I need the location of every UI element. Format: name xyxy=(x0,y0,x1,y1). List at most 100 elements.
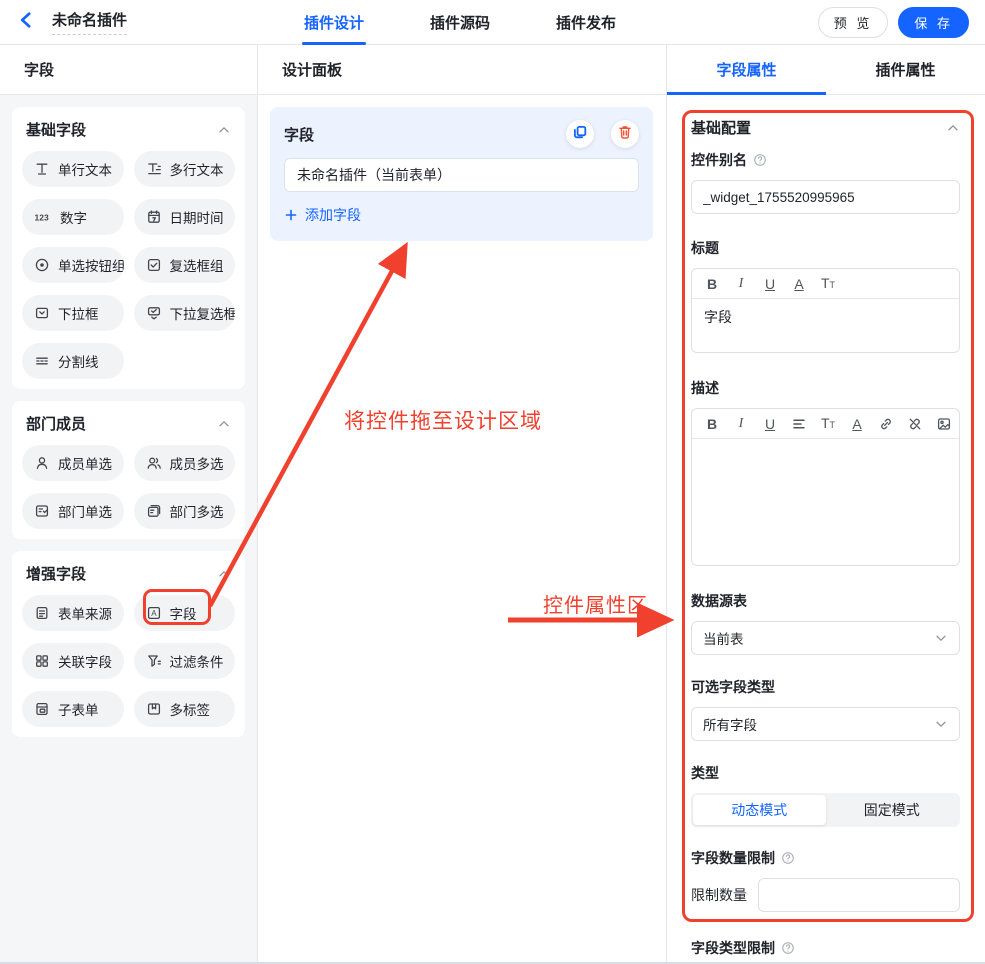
inspector-tab-1[interactable]: 插件属性 xyxy=(826,45,985,94)
palette-item-label: 复选框组 xyxy=(170,255,224,275)
palette-item-subform[interactable]: 子表单 xyxy=(22,691,124,727)
chevron-up-icon[interactable] xyxy=(217,567,231,581)
italic-icon[interactable]: I xyxy=(733,416,749,432)
limit-count-input[interactable] xyxy=(758,878,960,912)
palette-item-single-line-text[interactable]: 单行文本 xyxy=(22,151,124,187)
design-canvas: 设计面板 字段 添加字段 xyxy=(258,45,666,962)
mode-option-0[interactable]: 动态模式 xyxy=(693,795,826,825)
palette-item-checkbox[interactable]: 复选框组 xyxy=(134,247,236,283)
palette-item-dept-single[interactable]: 部门单选 xyxy=(22,493,124,529)
palette-item-label: 单选按钮组 xyxy=(58,255,124,275)
palette-item-divider[interactable]: 分割线 xyxy=(22,343,124,379)
topbar-tab-2[interactable]: 插件发布 xyxy=(556,0,616,45)
sidebar-body: 基础字段单行文本多行文本 123数字日期时间单选按钮组 复选框组下拉框 下拉复选框分割… xyxy=(0,95,257,962)
bold-icon[interactable]: B xyxy=(704,416,720,432)
divider-icon xyxy=(34,353,50,369)
description-label: 描述 xyxy=(691,378,719,398)
palette-item-calendar[interactable]: 日期时间 xyxy=(134,199,236,235)
mode-option-1[interactable]: 固定模式 xyxy=(826,795,959,825)
svg-text:123: 123 xyxy=(35,213,49,223)
canvas-body[interactable]: 字段 添加字段 xyxy=(258,95,666,962)
widget-title: 字段 xyxy=(284,124,314,145)
delete-widget-button[interactable] xyxy=(611,120,639,148)
plugin-title[interactable]: 未命名插件 xyxy=(52,9,127,35)
datasource-select[interactable]: 当前表 xyxy=(691,621,960,655)
limit-count-label: 限制数量 xyxy=(691,885,747,905)
group-title: 基础字段 xyxy=(26,119,86,140)
underline-icon[interactable]: U xyxy=(762,416,778,432)
widget-field-input[interactable] xyxy=(284,158,639,192)
copy-icon xyxy=(572,124,588,145)
fontsize-icon[interactable]: TT xyxy=(820,415,836,433)
inspector-tabs: 字段属性插件属性 xyxy=(667,45,985,95)
chevron-up-icon[interactable] xyxy=(946,121,960,135)
palette-item-form-source[interactable]: 表单来源 xyxy=(22,595,124,631)
filter-icon xyxy=(146,653,162,669)
palette-item-member-single[interactable]: 成员单选 xyxy=(22,445,124,481)
plus-icon xyxy=(284,208,298,222)
palette-item-multi-line-text[interactable]: 多行文本 xyxy=(134,151,236,187)
help-icon[interactable] xyxy=(781,941,795,955)
topbar-tab-1[interactable]: 插件源码 xyxy=(430,0,490,45)
align-left-icon[interactable] xyxy=(791,416,807,432)
back-button[interactable] xyxy=(16,10,36,35)
palette-item-multi-tag[interactable]: 多标签 xyxy=(134,691,236,727)
datasource-label: 数据源表 xyxy=(691,591,747,611)
selectable-types-select[interactable]: 所有字段 xyxy=(691,707,960,741)
palette-item-label: 成员单选 xyxy=(58,453,112,473)
underline-icon[interactable]: U xyxy=(762,276,778,292)
dept-multi-icon xyxy=(146,503,162,519)
alias-input[interactable] xyxy=(691,180,960,214)
bold-icon[interactable]: B xyxy=(704,276,720,292)
palette-item-number[interactable]: 123数字 xyxy=(22,199,124,235)
palette-item-label: 关联字段 xyxy=(58,651,112,671)
duplicate-widget-button[interactable] xyxy=(566,120,594,148)
chevron-up-icon[interactable] xyxy=(217,123,231,137)
preview-button[interactable]: 预 览 xyxy=(818,7,889,38)
color-icon[interactable]: A xyxy=(791,276,807,292)
italic-icon[interactable]: I xyxy=(733,276,749,292)
palette-item-field[interactable]: A字段 xyxy=(134,595,236,631)
add-field-button[interactable]: 添加字段 xyxy=(284,205,361,225)
unlink-icon[interactable] xyxy=(907,416,923,432)
description-editor-content[interactable] xyxy=(692,439,959,565)
field-palette-sidebar: 字段 基础字段单行文本多行文本123数字日期时间单选按钮组复选框组下拉框下拉复选… xyxy=(0,45,258,962)
palette-item-filter[interactable]: 过滤条件 xyxy=(134,643,236,679)
topbar-actions: 预 览 保 存 xyxy=(818,7,969,38)
image-icon[interactable] xyxy=(936,416,952,432)
description-editor: BIU TT A xyxy=(691,408,960,566)
subform-icon xyxy=(34,701,50,717)
svg-text:A: A xyxy=(151,609,157,618)
palette-item-label: 子表单 xyxy=(58,699,99,719)
chevron-down-icon xyxy=(934,717,948,731)
save-button[interactable]: 保 存 xyxy=(898,7,969,38)
help-icon[interactable] xyxy=(753,153,767,167)
link-icon[interactable] xyxy=(878,416,894,432)
group-title: 部门成员 xyxy=(26,413,86,434)
palette-item-select[interactable]: 下拉框 xyxy=(22,295,124,331)
inspector-tab-0[interactable]: 字段属性 xyxy=(667,45,826,94)
fontsize-icon[interactable]: TT xyxy=(820,275,836,293)
title-label: 标题 xyxy=(691,238,719,258)
field-group-0: 基础字段单行文本多行文本 123数字日期时间单选按钮组 复选框组下拉框 下拉复选框分割… xyxy=(12,107,245,389)
palette-item-dept-multi[interactable]: 部门多选 xyxy=(134,493,236,529)
member-multi-icon xyxy=(146,455,162,471)
color-icon[interactable]: A xyxy=(849,416,865,432)
help-icon[interactable] xyxy=(781,851,795,865)
chevron-up-icon[interactable] xyxy=(217,417,231,431)
field-group-2: 增强字段表单来源A字段关联字段过滤条件子表单多标签 xyxy=(12,551,245,737)
palette-item-radio[interactable]: 单选按钮组 xyxy=(22,247,124,283)
title-editor-content[interactable]: 字段 xyxy=(692,299,959,352)
palette-item-related-field[interactable]: 关联字段 xyxy=(22,643,124,679)
palette-item-member-multi[interactable]: 成员多选 xyxy=(134,445,236,481)
number-icon: 123 xyxy=(34,209,52,225)
property-inspector: 字段属性插件属性 基础配置 控件别名 标题 BIUATT 字段 描述 xyxy=(666,45,985,962)
palette-item-label: 部门多选 xyxy=(170,501,224,521)
topbar-tab-0[interactable]: 插件设计 xyxy=(304,0,364,45)
multi-line-text-icon xyxy=(146,161,162,177)
palette-item-label: 下拉框 xyxy=(58,303,99,323)
related-field-icon xyxy=(34,653,50,669)
widget-card-field[interactable]: 字段 添加字段 xyxy=(270,107,653,241)
title-editor-toolbar: BIUA TT xyxy=(692,269,959,299)
palette-item-multi-select[interactable]: 下拉复选框 xyxy=(134,295,236,331)
